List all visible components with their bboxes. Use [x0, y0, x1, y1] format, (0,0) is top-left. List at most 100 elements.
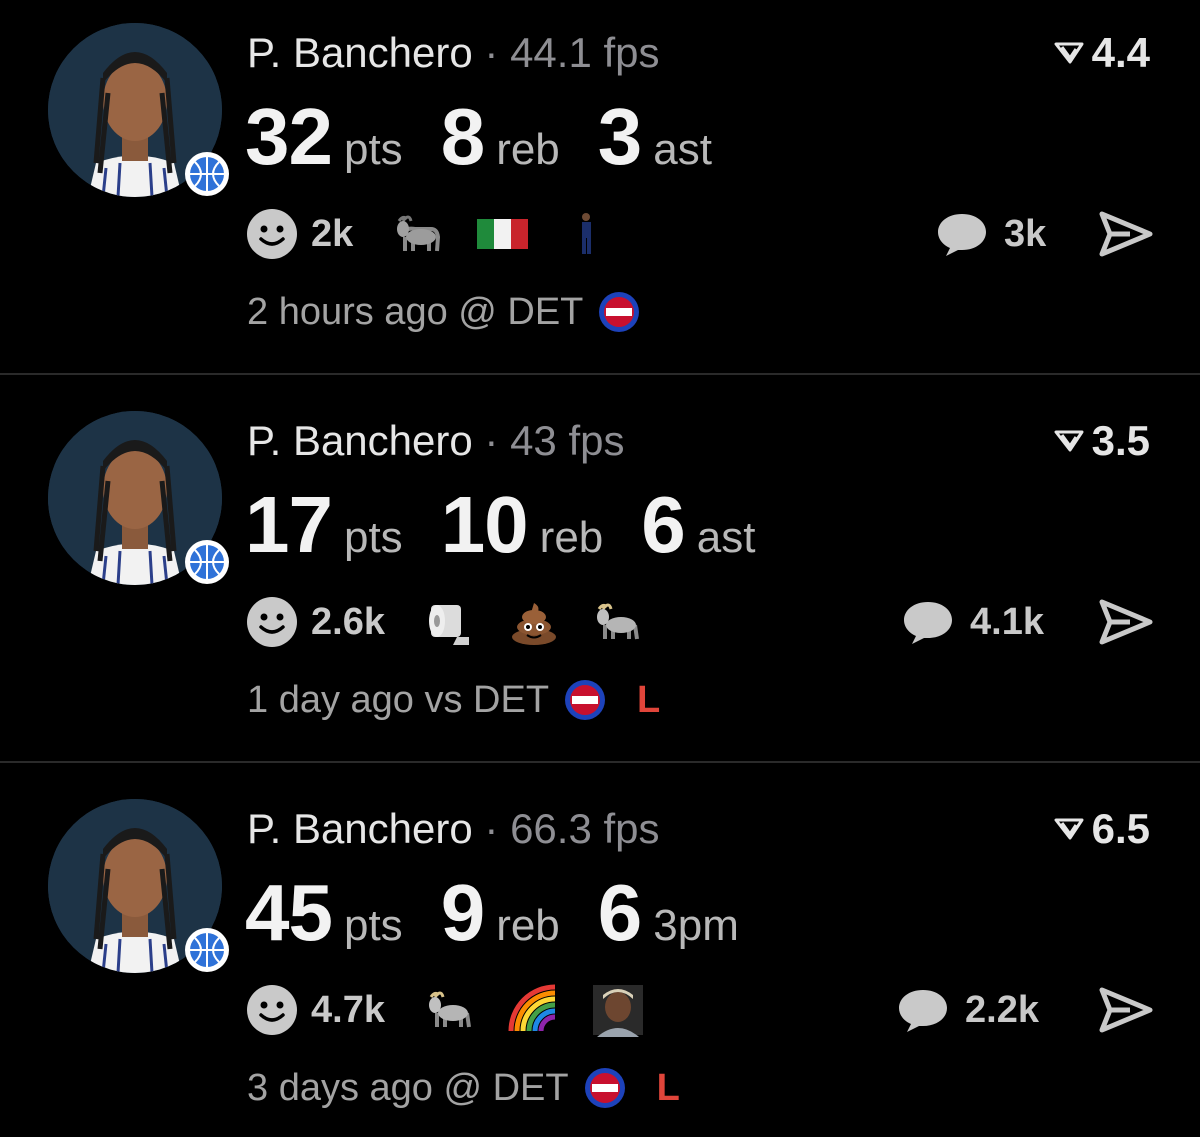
- smiley-icon[interactable]: [245, 983, 299, 1037]
- stat-rebounds: 8 reb: [441, 92, 560, 182]
- rating-icon: [1054, 430, 1084, 452]
- stat-assists: 3 ast: [598, 92, 712, 182]
- stat-value: 17: [245, 480, 333, 569]
- stat-rebounds: 10 reb: [441, 480, 604, 570]
- player-figure-emoji[interactable]: [559, 207, 613, 261]
- feed-card-1[interactable]: P. Banchero · 44.1 fps 4.4 32 pts 8 reb 3a…: [0, 0, 1200, 373]
- basketball-icon: [185, 928, 229, 972]
- player-name[interactable]: P. Banchero: [247, 417, 473, 464]
- goat-emoji[interactable]: [391, 207, 445, 261]
- rating-value: 3.5: [1091, 417, 1150, 464]
- fantasy-points: 66.3 fps: [510, 805, 660, 852]
- stat-value: 6: [597, 868, 642, 957]
- fantasy-points: 44.1 fps: [510, 29, 660, 76]
- game-info: 2 hours ago @ DET: [247, 290, 671, 334]
- reaction-count: 2.6k: [311, 600, 385, 643]
- stat-unit: pts: [343, 513, 403, 562]
- stat-unit: reb: [539, 513, 604, 562]
- stat-unit: reb: [496, 125, 560, 174]
- fantasy-points: 43 fps: [510, 417, 625, 464]
- share-icon[interactable]: [1098, 598, 1154, 646]
- player-name[interactable]: P. Banchero: [247, 29, 473, 76]
- comment-bubble-icon: [938, 214, 986, 256]
- reaction-count: 2k: [311, 212, 354, 255]
- pistons-logo-icon[interactable]: [597, 290, 641, 334]
- comment-bubble-icon: [899, 990, 947, 1032]
- share-icon[interactable]: [1098, 210, 1154, 258]
- rating-icon: [1054, 42, 1084, 64]
- stat-unit: reb: [496, 901, 560, 950]
- separator: ·: [484, 29, 499, 76]
- post-header: P. Banchero · 44.1 fps: [247, 30, 660, 76]
- game-info: 1 day ago vs DET L: [247, 678, 660, 722]
- share-icon[interactable]: [1098, 986, 1154, 1034]
- separator: ·: [484, 805, 499, 852]
- toilet-paper-emoji[interactable]: [423, 595, 477, 649]
- rating-value: 6.5: [1091, 805, 1150, 852]
- separator: ·: [484, 417, 499, 464]
- comments-button[interactable]: 3k: [934, 208, 1046, 260]
- stat-value: 10: [440, 480, 529, 569]
- rating-badge: 3.5: [1054, 418, 1150, 464]
- smiley-icon[interactable]: [245, 207, 299, 261]
- stat-line: 45 pts 9 reb 6 3pm: [245, 868, 777, 958]
- comment-count: 2.2k: [965, 988, 1039, 1031]
- game-result: L: [656, 1066, 680, 1109]
- basketball-icon: [185, 152, 229, 196]
- stat-unit: ast: [653, 125, 712, 174]
- comment-count: 4.1k: [970, 600, 1044, 643]
- comments-button[interactable]: 4.1k: [900, 596, 1044, 648]
- person-photo-emoji[interactable]: [591, 983, 645, 1037]
- player-name[interactable]: P. Banchero: [247, 805, 473, 852]
- feed-card-3[interactable]: P. Banchero · 66.3 fps 6.5 45 pts 9 reb 63…: [0, 776, 1200, 1137]
- feed-card-2[interactable]: P. Banchero · 43 fps 3.5 17 pts 10 reb 6 as…: [0, 388, 1200, 761]
- game-time: 3 days ago @ DET: [247, 1066, 569, 1109]
- stat-unit: pts: [343, 125, 403, 174]
- italy-flag-emoji[interactable]: [475, 207, 529, 261]
- stat-value: 45: [245, 868, 333, 957]
- stat-value: 8: [440, 92, 485, 181]
- stat-rebounds: 9 reb: [441, 868, 560, 958]
- comment-bubble-icon: [904, 602, 952, 644]
- post-header: P. Banchero · 43 fps: [247, 418, 625, 464]
- stat-line: 32 pts 8 reb 3 ast: [245, 92, 750, 182]
- stat-unit: pts: [343, 901, 403, 950]
- stat-value: 6: [641, 480, 685, 569]
- pistons-logo-icon[interactable]: [563, 678, 607, 722]
- game-time: 1 day ago vs DET: [247, 678, 550, 721]
- game-time: 2 hours ago @ DET: [247, 290, 584, 333]
- rating-value: 4.4: [1091, 29, 1150, 76]
- reaction-count: 4.7k: [311, 988, 385, 1031]
- comment-count: 3k: [1004, 212, 1047, 255]
- stat-value: 32: [245, 92, 333, 181]
- stat-assists: 6 ast: [641, 480, 755, 570]
- stat-line: 17 pts 10 reb 6 ast: [245, 480, 793, 570]
- reactions-bar: 2k: [245, 208, 643, 260]
- stat-threes: 6 3pm: [598, 868, 739, 958]
- stat-points: 17 pts: [245, 480, 403, 570]
- rainbow-emoji[interactable]: [507, 983, 561, 1037]
- stat-points: 32 pts: [245, 92, 403, 182]
- stat-unit: ast: [696, 513, 756, 562]
- smiley-icon[interactable]: [245, 595, 299, 649]
- comments-button[interactable]: 2.2k: [895, 984, 1039, 1036]
- stat-points: 45 pts: [245, 868, 403, 958]
- goat-emoji[interactable]: [591, 595, 645, 649]
- stat-value: 9: [440, 868, 485, 957]
- rating-badge: 4.4: [1054, 30, 1150, 76]
- goat-emoji[interactable]: [423, 983, 477, 1037]
- rating-badge: 6.5: [1054, 806, 1150, 852]
- pistons-logo-icon[interactable]: [583, 1066, 627, 1110]
- card-divider: [0, 761, 1200, 763]
- poop-emoji[interactable]: [507, 595, 561, 649]
- stat-value: 3: [597, 92, 642, 181]
- reactions-bar: 2.6k: [245, 596, 675, 648]
- basketball-icon: [185, 540, 229, 584]
- game-info: 3 days ago @ DET L: [247, 1066, 680, 1110]
- rating-icon: [1054, 818, 1084, 840]
- game-result: L: [637, 678, 661, 721]
- post-header: P. Banchero · 66.3 fps: [247, 806, 660, 852]
- reactions-bar: 4.7k: [245, 983, 675, 1037]
- stat-unit: 3pm: [653, 901, 739, 950]
- card-divider: [0, 373, 1200, 375]
